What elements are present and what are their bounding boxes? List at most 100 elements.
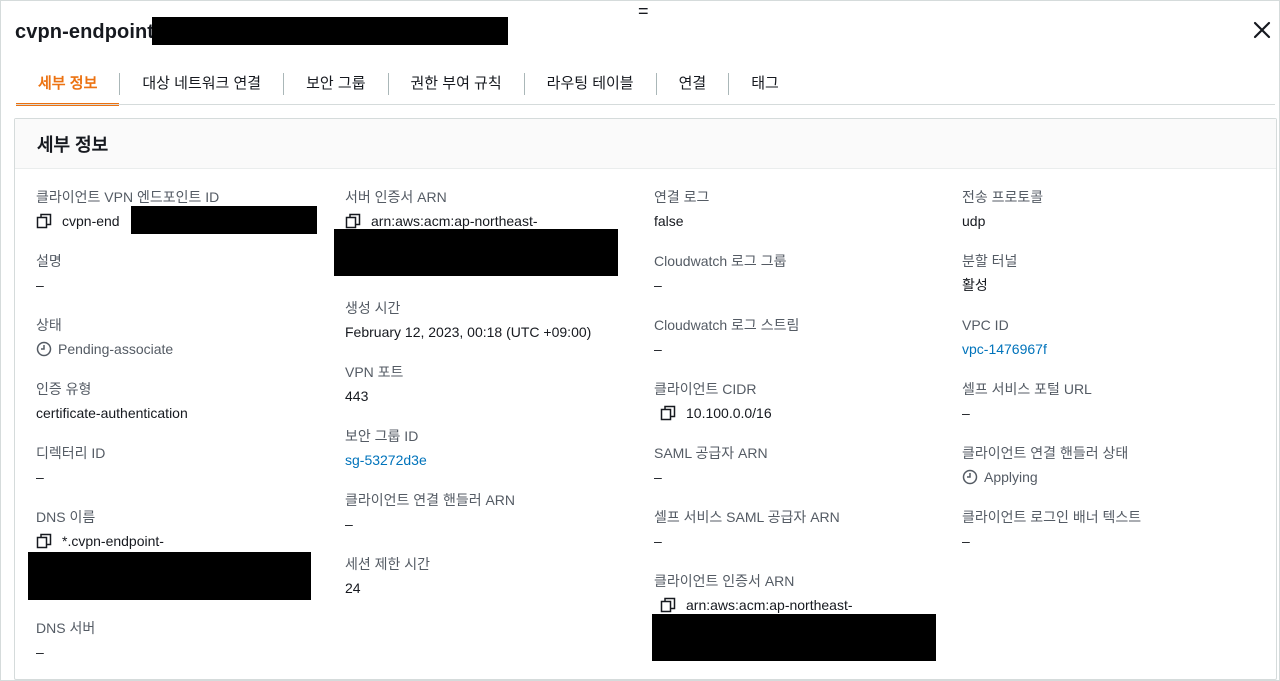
field-label: 셀프 서비스 포털 URL (962, 381, 1092, 397)
field-label: 클라이언트 CIDR (654, 381, 757, 397)
field-value: – (36, 277, 44, 293)
redacted-block (152, 17, 508, 45)
field-label: 클라이언트 연결 핸들러 ARN (345, 492, 516, 508)
field-value: – (36, 644, 44, 660)
field-label: 셀프 서비스 SAML 공급자 ARN (654, 509, 840, 525)
field-state: 상태 Pending-associate (36, 316, 173, 358)
field-client-cidr: 클라이언트 CIDR 10.100.0.0/16 (654, 380, 772, 422)
field-label: 클라이언트 인증서 ARN (654, 573, 795, 589)
field-value: February 12, 2023, 00:18 (UTC +09:00) (345, 324, 592, 340)
field-value: 활성 (962, 277, 988, 293)
field-label: 클라이언트 로그인 배너 텍스트 (962, 509, 1142, 525)
field-label: 세션 제한 시간 (345, 556, 431, 572)
field-server-cert-arn: 서버 인증서 ARN arn:aws:acm:ap-northeast- (345, 188, 538, 230)
field-value: – (654, 533, 662, 549)
field-value: – (36, 469, 44, 485)
field-portal-url: 셀프 서비스 포털 URL – (962, 380, 1092, 422)
field-auth-type: 인증 유형 certificate-authentication (36, 380, 188, 422)
field-value: arn:aws:acm:ap-northeast- (345, 212, 538, 230)
field-label: 서버 인증서 ARN (345, 189, 447, 205)
tab-target-network[interactable]: 대상 네트워크 연결 (120, 68, 283, 100)
tab-details[interactable]: 세부 정보 (16, 68, 120, 106)
field-self-service-saml-arn: 셀프 서비스 SAML 공급자 ARN – (654, 508, 840, 550)
field-label: 보안 그룹 ID (345, 428, 419, 444)
clock-icon (36, 341, 52, 357)
field-label: 연결 로그 (654, 189, 710, 205)
field-vpn-port: VPN 포트 443 (345, 363, 403, 405)
field-cloudwatch-stream: Cloudwatch 로그 스트림 – (654, 316, 799, 358)
tab-security-groups[interactable]: 보안 그룹 (284, 68, 387, 100)
field-value: – (654, 277, 662, 293)
field-value: Pending-associate (36, 340, 173, 358)
field-value: 10.100.0.0/16 (654, 404, 772, 422)
field-value: udp (962, 213, 986, 229)
tab-authorization-rules[interactable]: 권한 부여 규칙 (389, 68, 524, 100)
field-dns-name: DNS 이름 *.cvpn-endpoint- (36, 508, 164, 550)
panel-header: 세부 정보 (15, 119, 1276, 169)
field-label: 분할 터널 (962, 253, 1018, 269)
field-label: VPN 포트 (345, 364, 404, 380)
field-value: 24 (345, 580, 361, 596)
field-value: 443 (345, 388, 369, 404)
field-handler-arn: 클라이언트 연결 핸들러 ARN – (345, 491, 515, 533)
field-label: 클라이언트 연결 핸들러 상태 (962, 445, 1129, 461)
copy-icon[interactable] (36, 213, 52, 229)
field-label: DNS 서버 (36, 620, 96, 636)
server-cert-arn-value: arn:aws:acm:ap-northeast- (371, 213, 538, 229)
page-title: cvpn-endpoint- (15, 20, 161, 43)
field-banner-text: 클라이언트 로그인 배너 텍스트 – (962, 508, 1141, 550)
field-client-cert-arn: 클라이언트 인증서 ARN arn:aws:acm:ap-northeast- (654, 572, 853, 614)
tab-bar: 세부 정보 대상 네트워크 연결 보안 그룹 권한 부여 규칙 라우팅 테이블 … (16, 66, 801, 106)
tab-route-table[interactable]: 라우팅 테이블 (525, 68, 656, 100)
field-value: – (654, 469, 662, 485)
tabs-underline (16, 104, 1275, 105)
field-security-group: 보안 그룹 ID sg-53272d3e (345, 427, 427, 469)
field-label: 인증 유형 (36, 381, 92, 397)
field-label: Cloudwatch 로그 그룹 (654, 253, 787, 269)
client-cert-arn-value: arn:aws:acm:ap-northeast- (686, 597, 853, 613)
field-directory-id: 디렉터리 ID – (36, 444, 105, 486)
copy-icon[interactable] (660, 597, 676, 613)
field-value: Applying (962, 468, 1128, 486)
field-value: – (962, 405, 970, 421)
handler-state-value: Applying (984, 469, 1038, 485)
close-icon[interactable] (1250, 18, 1274, 42)
field-value: *.cvpn-endpoint- (36, 532, 164, 550)
field-label: SAML 공급자 ARN (654, 445, 768, 461)
field-session-timeout: 세션 제한 시간 24 (345, 555, 430, 597)
field-label: 전송 프로토콜 (962, 189, 1044, 205)
redacted-block (334, 229, 618, 276)
copy-icon[interactable] (345, 213, 361, 229)
vpc-id-link[interactable]: vpc-1476967f (962, 340, 1047, 358)
copy-icon[interactable] (36, 533, 52, 549)
field-label: DNS 이름 (36, 509, 96, 525)
field-vpc-id: VPC ID vpc-1476967f (962, 316, 1047, 358)
panel-title: 세부 정보 (37, 134, 109, 155)
field-dns-server: DNS 서버 – (36, 619, 95, 661)
drag-handle-icon[interactable]: = (638, 2, 649, 20)
field-handler-state: 클라이언트 연결 핸들러 상태 Applying (962, 444, 1128, 486)
client-cidr-value: 10.100.0.0/16 (686, 405, 772, 421)
field-label: 디렉터리 ID (36, 445, 106, 461)
field-value: arn:aws:acm:ap-northeast- (654, 596, 853, 614)
tab-tags[interactable]: 태그 (729, 68, 801, 100)
copy-icon[interactable] (660, 405, 676, 421)
redacted-block (652, 614, 936, 661)
tab-connections[interactable]: 연결 (657, 68, 729, 100)
page-title-row: cvpn-endpoint- (15, 18, 161, 46)
field-label: Cloudwatch 로그 스트림 (654, 317, 800, 333)
field-label: 상태 (36, 317, 62, 333)
field-value: false (654, 213, 684, 229)
field-cloudwatch-group: Cloudwatch 로그 그룹 – (654, 252, 786, 294)
field-split-tunnel: 분할 터널 활성 (962, 252, 1017, 294)
dns-name-value: *.cvpn-endpoint- (62, 533, 164, 549)
field-value: – (654, 341, 662, 357)
field-label: 설명 (36, 253, 62, 269)
state-value: Pending-associate (58, 341, 174, 357)
redacted-block (131, 206, 317, 234)
field-value: – (345, 516, 353, 532)
field-connection-log: 연결 로그 false (654, 188, 709, 230)
field-value: – (962, 533, 970, 549)
security-group-link[interactable]: sg-53272d3e (345, 451, 427, 469)
redacted-block (28, 552, 311, 600)
